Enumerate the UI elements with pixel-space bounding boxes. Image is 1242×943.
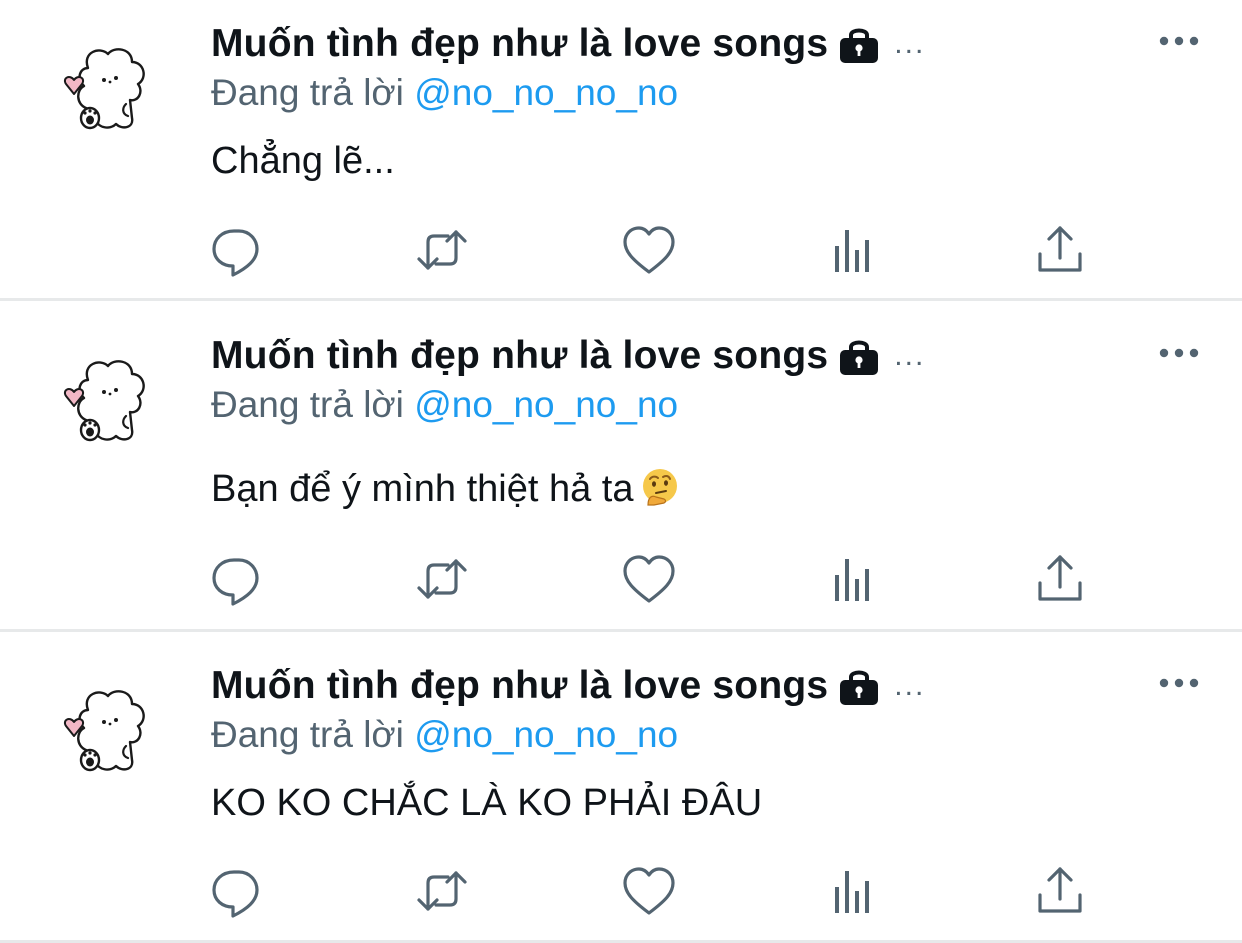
display-name[interactable]: Muốn tình đẹp như là love songs — [211, 22, 828, 66]
reply-handle-link[interactable]: @no_no_no_no — [414, 714, 678, 755]
like-button[interactable] — [619, 861, 679, 921]
reply-handle-link[interactable]: @no_no_no_no — [414, 384, 678, 425]
analytics-button[interactable] — [825, 549, 885, 609]
more-icon[interactable] — [1154, 668, 1204, 698]
lock-icon — [838, 666, 880, 706]
analytics-icon — [825, 861, 885, 921]
share-button[interactable] — [1030, 220, 1090, 280]
lock-icon — [838, 24, 880, 64]
reply-icon — [207, 220, 267, 280]
share-icon — [1030, 220, 1090, 280]
more-icon[interactable] — [1154, 26, 1204, 56]
reply-prefix: Đang trả lời — [211, 714, 404, 755]
lock-icon — [838, 336, 880, 376]
tweet-3[interactable]: Muốn tình đẹp như là love songs ... Đang… — [0, 632, 1242, 940]
analytics-button[interactable] — [825, 861, 885, 921]
thinking-face-emoji — [640, 467, 680, 507]
like-icon — [619, 861, 679, 921]
tweet-header: Muốn tình đẹp như là love songs ... — [211, 331, 925, 381]
retweet-icon — [412, 861, 472, 921]
avatar-puppy-icon[interactable] — [52, 38, 156, 142]
name-ellipsis: ... — [894, 669, 926, 702]
like-button[interactable] — [619, 549, 679, 609]
like-icon — [619, 549, 679, 609]
reply-prefix: Đang trả lời — [211, 384, 404, 425]
tweet-text: KO KO CHẮC LÀ KO PHẢI ĐÂU — [211, 782, 763, 824]
analytics-icon — [825, 549, 885, 609]
tweet-header: Muốn tình đẹp như là love songs ... — [211, 661, 925, 711]
tweet-2[interactable]: Muốn tình đẹp như là love songs ... Đang… — [0, 301, 1242, 629]
display-name[interactable]: Muốn tình đẹp như là love songs — [211, 664, 828, 708]
tweet-header: Muốn tình đẹp như là love songs ... — [211, 19, 925, 69]
tweet-1[interactable]: Muốn tình đẹp như là love songs ... Đang… — [0, 0, 1242, 298]
retweet-icon — [412, 220, 472, 280]
like-button[interactable] — [619, 220, 679, 280]
reply-context: Đang trả lời @no_no_no_no — [211, 72, 678, 114]
tweet-text: Bạn để ý mình thiệt hả ta — [211, 467, 680, 511]
like-icon — [619, 220, 679, 280]
share-button[interactable] — [1030, 861, 1090, 921]
share-icon — [1030, 549, 1090, 609]
avatar-puppy-icon[interactable] — [52, 350, 156, 454]
reply-handle-link[interactable]: @no_no_no_no — [414, 72, 678, 113]
name-ellipsis: ... — [894, 27, 926, 60]
analytics-icon — [825, 220, 885, 280]
avatar-puppy-icon[interactable] — [52, 680, 156, 784]
retweet-button[interactable] — [412, 549, 472, 609]
retweet-icon — [412, 549, 472, 609]
retweet-button[interactable] — [412, 220, 472, 280]
reply-context: Đang trả lời @no_no_no_no — [211, 384, 678, 426]
tweet-text-content: Bạn để ý mình thiệt hả ta — [211, 468, 634, 510]
retweet-button[interactable] — [412, 861, 472, 921]
reply-button[interactable] — [207, 549, 267, 609]
display-name[interactable]: Muốn tình đẹp như là love songs — [211, 334, 828, 378]
share-button[interactable] — [1030, 549, 1090, 609]
reply-button[interactable] — [207, 861, 267, 921]
name-ellipsis: ... — [894, 339, 926, 372]
reply-icon — [207, 549, 267, 609]
reply-prefix: Đang trả lời — [211, 72, 404, 113]
share-icon — [1030, 861, 1090, 921]
reply-context: Đang trả lời @no_no_no_no — [211, 714, 678, 756]
reply-icon — [207, 861, 267, 921]
tweet-text: Chẳng lẽ... — [211, 140, 395, 182]
analytics-button[interactable] — [825, 220, 885, 280]
more-icon[interactable] — [1154, 338, 1204, 368]
reply-button[interactable] — [207, 220, 267, 280]
